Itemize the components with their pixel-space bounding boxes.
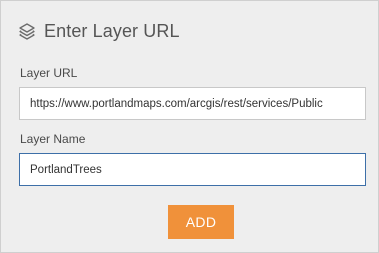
- panel-header: Enter Layer URL: [17, 18, 180, 44]
- enter-layer-url-panel: Enter Layer URL Layer URL Layer Name ADD: [0, 0, 379, 253]
- layer-url-label: Layer URL: [20, 66, 78, 80]
- layer-url-input[interactable]: [19, 87, 366, 120]
- add-button[interactable]: ADD: [168, 205, 234, 239]
- layer-name-input[interactable]: [19, 153, 366, 186]
- panel-title: Enter Layer URL: [44, 20, 180, 41]
- layers-icon: [17, 21, 37, 41]
- layer-name-label: Layer Name: [20, 132, 86, 146]
